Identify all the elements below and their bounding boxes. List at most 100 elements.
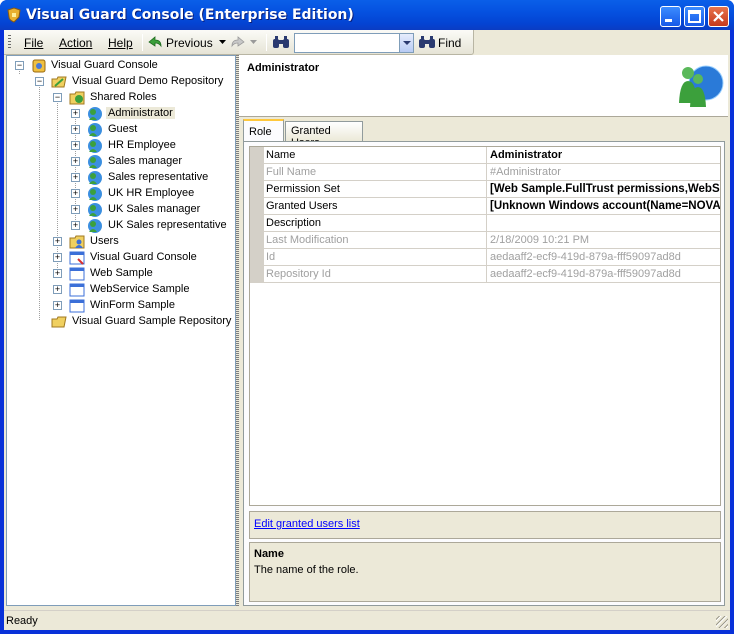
binoculars-icon	[419, 36, 435, 48]
toolbar: File Action Help Previous Find	[4, 30, 474, 55]
property-value[interactable]	[486, 215, 720, 232]
chevron-down-icon[interactable]	[250, 40, 257, 45]
navigation-tree[interactable]: − Visual Guard Console − Visual Guard De…	[6, 55, 236, 606]
console-icon	[32, 59, 46, 73]
close-button[interactable]	[708, 6, 729, 27]
title-bar[interactable]: Visual Guard Console (Enterprise Edition…	[0, 0, 734, 30]
tree-item-label: UK Sales representative	[108, 219, 227, 231]
edit-granted-users-link[interactable]: Edit granted users list	[254, 518, 360, 530]
tree-item-console-root[interactable]: − Visual Guard Console	[15, 58, 215, 74]
tree-item-sales-representative[interactable]: + Sales representative	[69, 170, 229, 186]
property-row-repository-id[interactable]: Repository Id aedaaff2-ecf9-419d-879a-ff…	[250, 266, 720, 283]
property-row-name[interactable]: Name Administrator	[250, 147, 720, 164]
role-icon	[88, 219, 102, 233]
combo-dropdown-button[interactable]	[399, 34, 413, 52]
expand-toggle[interactable]: +	[53, 253, 62, 262]
property-row-full-name[interactable]: Full Name #Administrator	[250, 164, 720, 181]
role-icon	[88, 123, 102, 137]
expand-toggle[interactable]: +	[53, 237, 62, 246]
forward-arrow-icon	[231, 36, 245, 48]
tree-item-sample-repository[interactable]: Visual Guard Sample Repository	[33, 314, 233, 330]
property-value[interactable]: [Unknown Windows account(Name=NOVAL	[486, 198, 720, 215]
expand-toggle[interactable]: +	[53, 301, 62, 310]
property-value[interactable]: Administrator	[486, 147, 720, 164]
tree-item-sales-manager[interactable]: + Sales manager	[69, 154, 229, 170]
tree-item-label: Visual Guard Console	[90, 251, 197, 263]
collapse-toggle[interactable]: −	[15, 61, 24, 70]
toolbar-separator	[266, 34, 267, 51]
property-name: Full Name	[266, 166, 317, 178]
property-row-id[interactable]: Id aedaaff2-ecf9-419d-879a-fff59097ad8d	[250, 249, 720, 266]
search-combo[interactable]	[294, 33, 414, 53]
close-icon	[713, 11, 724, 22]
users-globe-icon	[679, 65, 724, 107]
property-name: Last Modification	[266, 234, 349, 246]
forward-button[interactable]	[230, 33, 260, 52]
tree-item-administrator[interactable]: + Administrator	[69, 106, 229, 122]
menu-action[interactable]: Action	[59, 36, 92, 50]
tree-item-webservice-sample[interactable]: + WebService Sample	[51, 282, 231, 298]
detail-pane: Administrator Role Granted Users Name Ad…	[239, 55, 728, 606]
role-icon	[88, 139, 102, 153]
tree-item-users[interactable]: + Users	[51, 234, 231, 250]
expand-toggle[interactable]: +	[71, 157, 80, 166]
tab-granted-users[interactable]: Granted Users	[285, 121, 363, 149]
expand-toggle[interactable]: +	[71, 205, 80, 214]
tab-role[interactable]: Role	[243, 119, 284, 141]
property-value[interactable]: 2/18/2009 10:21 PM	[486, 232, 720, 249]
tree-item-web-sample[interactable]: + Web Sample	[51, 266, 231, 282]
property-row-granted-users[interactable]: Granted Users [Unknown Windows account(N…	[250, 198, 720, 215]
property-name: Name	[266, 149, 296, 161]
property-grid[interactable]: Name Administrator Full Name #Administra…	[249, 146, 721, 506]
find-button[interactable]: Find	[418, 33, 468, 52]
expand-toggle[interactable]: +	[71, 109, 80, 118]
expand-toggle[interactable]: +	[71, 125, 80, 134]
menu-help[interactable]: Help	[108, 36, 133, 50]
expand-toggle[interactable]: +	[53, 285, 62, 294]
tree-item-shared-roles[interactable]: − Shared Roles	[51, 90, 231, 106]
previous-button[interactable]: Previous	[147, 33, 227, 52]
expand-toggle[interactable]: +	[71, 221, 80, 230]
tree-item-guest[interactable]: + Guest	[69, 122, 229, 138]
status-bar: Ready	[4, 610, 730, 630]
tree-item-uk-sales-representative[interactable]: + UK Sales representative	[69, 218, 234, 234]
expand-toggle[interactable]: +	[53, 269, 62, 278]
tree-item-uk-sales-manager[interactable]: + UK Sales manager	[69, 202, 229, 218]
row-gutter	[250, 249, 264, 266]
property-row-last-modification[interactable]: Last Modification 2/18/2009 10:21 PM	[250, 232, 720, 249]
property-value[interactable]: #Administrator	[486, 164, 720, 181]
maximize-button[interactable]	[684, 6, 705, 27]
tree-item-demo-repository[interactable]: − Visual Guard Demo Repository	[33, 74, 233, 90]
role-icon	[88, 107, 102, 121]
row-gutter	[250, 198, 264, 215]
property-row-description[interactable]: Description	[250, 215, 720, 232]
tree-item-label: Users	[90, 235, 119, 247]
row-gutter	[250, 215, 264, 232]
detail-title: Administrator	[247, 62, 320, 74]
property-value[interactable]: aedaaff2-ecf9-419d-879a-fff59097ad8d	[486, 266, 720, 283]
property-value[interactable]: aedaaff2-ecf9-419d-879a-fff59097ad8d	[486, 249, 720, 266]
property-row-permission-set[interactable]: Permission Set [Web Sample.FullTrust per…	[250, 181, 720, 198]
tree-item-uk-hr-employee[interactable]: + UK HR Employee	[69, 186, 229, 202]
minimize-button[interactable]	[660, 6, 681, 27]
tree-item-label: Visual Guard Demo Repository	[72, 75, 224, 87]
expand-toggle[interactable]: +	[71, 189, 80, 198]
chevron-down-icon[interactable]	[219, 40, 226, 45]
tree-item-hr-employee[interactable]: + HR Employee	[69, 138, 229, 154]
tree-item-label: WebService Sample	[90, 283, 190, 295]
collapse-toggle[interactable]: −	[35, 77, 44, 86]
expand-toggle[interactable]: +	[71, 141, 80, 150]
expand-toggle[interactable]: +	[71, 173, 80, 182]
tree-item-label: WinForm Sample	[90, 299, 175, 311]
row-gutter	[250, 266, 264, 283]
menu-file[interactable]: File	[24, 36, 43, 50]
collapse-toggle[interactable]: −	[53, 93, 62, 102]
resize-grip[interactable]	[716, 616, 728, 628]
toolbar-grip[interactable]	[8, 35, 11, 50]
tree-item-label: Sales representative	[108, 171, 209, 183]
property-value[interactable]: [Web Sample.FullTrust permissions,WebSe	[486, 181, 720, 198]
tree-item-app-visual-guard-console[interactable]: + Visual Guard Console	[51, 250, 231, 266]
description-pane: Name The name of the role.	[249, 542, 721, 602]
menu-file-label: File	[24, 36, 44, 50]
tree-item-winform-sample[interactable]: + WinForm Sample	[51, 298, 231, 314]
